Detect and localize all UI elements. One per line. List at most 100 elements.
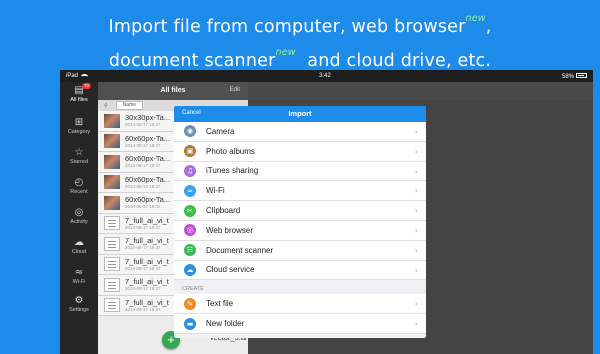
sidebar-item-settings[interactable]: ⚙ Settings bbox=[60, 295, 98, 314]
new-tag: new bbox=[465, 13, 486, 24]
sidebar-item-cloud[interactable]: ☁ Cloud bbox=[60, 237, 98, 256]
import-option-cloud-service[interactable]: ☁ Cloud service › bbox=[174, 260, 426, 281]
text-file-icon: ✎ bbox=[184, 297, 196, 310]
option-label: Web browser bbox=[206, 225, 253, 235]
file-name: 7_full_ai_vi_t bbox=[125, 236, 169, 246]
list-header: All files Edit bbox=[98, 82, 248, 100]
battery-icon bbox=[576, 72, 587, 78]
sidebar-item-wi-fi[interactable]: ≈ Wi-Fi bbox=[60, 267, 98, 286]
new-tag: new bbox=[275, 46, 296, 58]
option-label: Wi-Fi bbox=[206, 186, 225, 196]
import-option-itunes-sharing[interactable]: ♫ iTunes sharing › bbox=[174, 161, 426, 182]
file-date: 2014-08-17 19:37 bbox=[125, 265, 161, 271]
headline-text: , bbox=[485, 16, 492, 37]
itunes-icon: ♫ bbox=[184, 164, 196, 177]
headline-text: and cloud drive, etc. bbox=[295, 50, 492, 71]
option-label: Camera bbox=[206, 126, 235, 136]
clock-icon: ◴ bbox=[74, 177, 84, 188]
category-icon: ⊞ bbox=[74, 117, 84, 128]
document-thumbnail bbox=[104, 257, 120, 272]
battery-label: 58% bbox=[561, 73, 574, 80]
file-name: 60x60px-Ta... bbox=[125, 154, 171, 164]
camera-icon: ◉ bbox=[184, 125, 196, 138]
import-options-list: ◉ Camera › ▣ Photo albums › ♫ iTunes sharing › ≈ W… bbox=[174, 122, 426, 281]
cloud-icon: ☁ bbox=[74, 237, 84, 248]
folder-icon: ▬ bbox=[184, 317, 196, 330]
import-option-photo-albums[interactable]: ▣ Photo albums › bbox=[174, 141, 426, 162]
sidebar-item-recent[interactable]: ◴ Recent bbox=[60, 177, 98, 196]
file-meta: 60x60px-Ta... 2014-08-17 19:37 bbox=[125, 154, 170, 169]
wifi-signal-icon bbox=[81, 73, 89, 79]
sidebar-item-label: Wi-Fi bbox=[72, 279, 86, 285]
chevron-right-icon: › bbox=[414, 245, 418, 255]
scanner-icon: ☷ bbox=[184, 244, 196, 257]
file-name: 60x60px-Ta... bbox=[125, 195, 171, 205]
file-meta: 30x30px-Ta... 2014-08-17 19:37 bbox=[125, 113, 170, 128]
image-thumbnail bbox=[104, 154, 120, 169]
file-name: 7_full_ai_vi_t bbox=[125, 215, 169, 225]
import-option-text-file[interactable]: ✎ Text file › bbox=[174, 294, 426, 315]
file-meta: 7_full_ai_vi_t 2014-08-17 19:37 bbox=[125, 257, 169, 272]
file-name: 30x30px-Ta... bbox=[125, 113, 171, 123]
photo-albums-icon: ▣ bbox=[184, 145, 196, 158]
wifi-icon: ≈ bbox=[184, 184, 196, 197]
file-meta: 60x60px-Ta... 2014-08-17 19:37 bbox=[125, 195, 170, 210]
option-label: Cloud service bbox=[206, 265, 255, 275]
option-label: New folder bbox=[206, 319, 245, 329]
sidebar-item-label: Activity bbox=[70, 219, 88, 225]
notification-badge: 70 bbox=[82, 83, 92, 89]
clock-label: 3:42 bbox=[319, 73, 331, 79]
import-option-web-browser[interactable]: ◎ Web browser › bbox=[174, 220, 426, 241]
import-option-document-scanner[interactable]: ☷ Document scanner › bbox=[174, 240, 426, 261]
import-option-wi-fi[interactable]: ≈ Wi-Fi › bbox=[174, 181, 426, 202]
chevron-right-icon: › bbox=[414, 146, 418, 156]
chevron-right-icon: › bbox=[414, 206, 418, 216]
import-dialog-title: Import bbox=[288, 109, 312, 118]
search-icon[interactable]: ⚲ bbox=[104, 103, 108, 109]
chevron-right-icon: › bbox=[414, 319, 418, 329]
file-meta: 7_full_ai_vi_t 2014-08-17 19:37 bbox=[125, 216, 169, 231]
sort-name-button[interactable]: Name bbox=[115, 101, 144, 110]
file-date: 2014-08-17 19:37 bbox=[125, 183, 161, 189]
import-option-camera[interactable]: ◉ Camera › bbox=[174, 122, 426, 142]
all-files-icon: ▤ bbox=[74, 85, 84, 96]
chevron-right-icon: › bbox=[414, 166, 418, 176]
sidebar-item-all-files[interactable]: ▤ All files 70 bbox=[60, 83, 98, 104]
file-meta: 7_full_ai_vi_t 2014-08-17 19:37 bbox=[125, 236, 169, 251]
file-date: 2014-08-17 19:37 bbox=[125, 286, 161, 292]
import-option-clipboard[interactable]: ✂ Clipboard › bbox=[174, 201, 426, 221]
edit-button[interactable]: Edit bbox=[230, 87, 240, 93]
document-thumbnail bbox=[104, 298, 120, 313]
image-thumbnail bbox=[104, 175, 120, 190]
sidebar-item-starred[interactable]: ☆ Starred bbox=[60, 147, 98, 166]
chevron-right-icon: › bbox=[414, 265, 418, 275]
import-option-new-folder[interactable]: ▬ New folder › bbox=[174, 314, 426, 334]
sidebar-item-label: All files bbox=[70, 97, 88, 103]
file-meta: 7_full_ai_vi_t 2014-08-17 19:37 bbox=[125, 277, 169, 292]
file-meta: 60x60px-Ta... 2014-08-17 19:37 bbox=[125, 134, 170, 149]
web-browser-icon: ◎ bbox=[184, 224, 196, 237]
file-date: 2014-08-17 19:37 bbox=[125, 245, 161, 251]
sidebar: ▤ All files 70 ⊞ Category ☆ Starred ◴ Recent ◎ Act… bbox=[60, 82, 98, 354]
image-thumbnail bbox=[104, 113, 120, 128]
promo-headline: Import file from computer, web browserne… bbox=[0, 8, 600, 76]
sidebar-item-activity[interactable]: ◎ Activity bbox=[60, 207, 98, 226]
file-name: 60x60px-Ta... bbox=[125, 133, 171, 143]
option-label: Text file bbox=[206, 299, 234, 309]
list-title: All files bbox=[160, 87, 186, 94]
sidebar-item-label: Settings bbox=[69, 307, 89, 313]
sidebar-item-category[interactable]: ⊞ Category bbox=[60, 117, 98, 136]
headline-line-1: Import file from computer, web browserne… bbox=[0, 8, 600, 42]
file-date: 2014-08-17 19:37 bbox=[125, 122, 161, 128]
chevron-right-icon: › bbox=[414, 127, 418, 136]
gear-icon: ⚙ bbox=[74, 295, 84, 306]
file-name: 7_full_ai_vi_t bbox=[125, 256, 169, 266]
activity-icon: ◎ bbox=[74, 207, 84, 218]
carrier-label: iPad bbox=[66, 73, 79, 79]
create-options-list: ✎ Text file › ▬ New folder › bbox=[174, 294, 426, 334]
status-left: iPad bbox=[66, 73, 89, 79]
status-bar: iPad 3:42 58% bbox=[60, 70, 593, 82]
chevron-right-icon: › bbox=[414, 186, 418, 196]
headline-text: document scanner bbox=[108, 50, 276, 71]
file-date: 2014-08-17 19:37 bbox=[125, 306, 161, 312]
